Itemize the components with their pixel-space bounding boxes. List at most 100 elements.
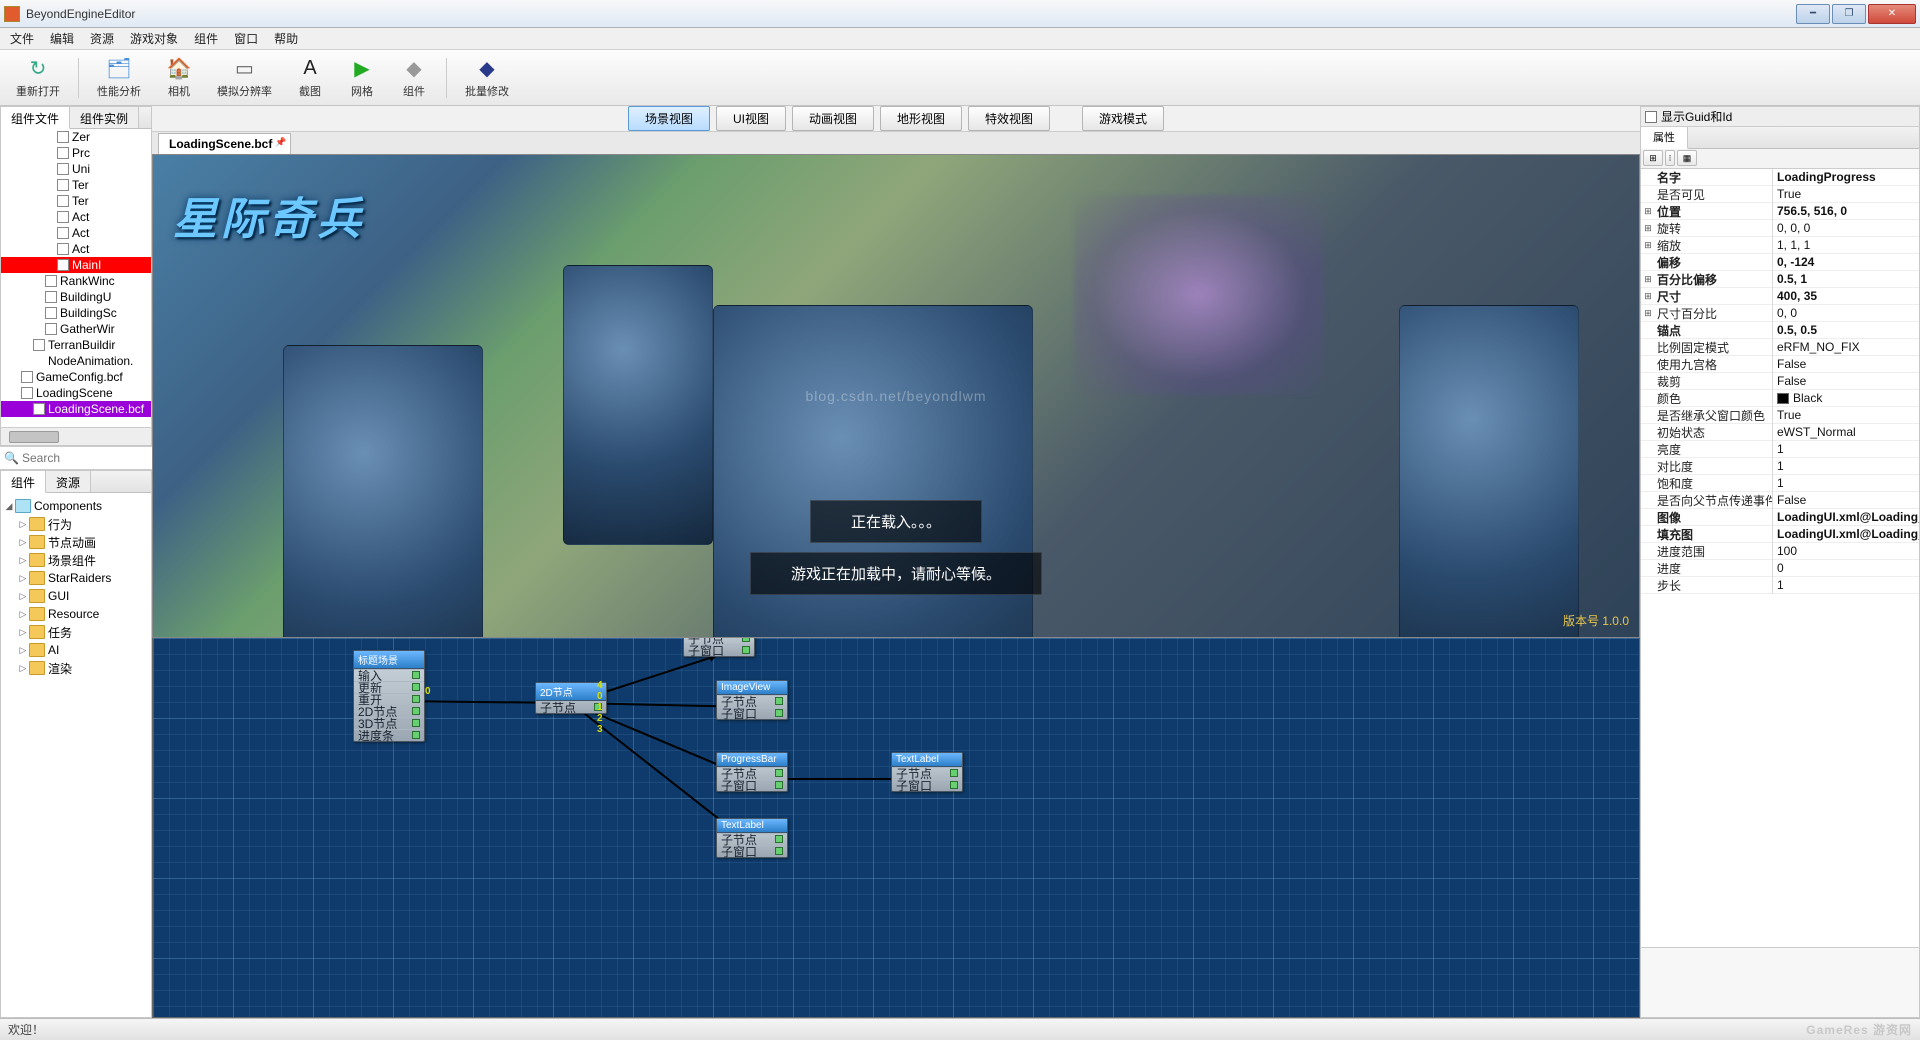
tree-row[interactable]: Ter <box>1 177 151 193</box>
expand-icon[interactable]: ⊞ <box>1641 223 1655 234</box>
property-row[interactable]: 步长1 <box>1641 577 1919 594</box>
property-row[interactable]: ⊞位置756.5, 516, 0 <box>1641 203 1919 220</box>
tree-row[interactable]: Act <box>1 241 151 257</box>
port-icon[interactable] <box>775 769 783 777</box>
tree-row[interactable]: Zer <box>1 129 151 145</box>
expand-icon[interactable]: ▷ <box>17 663 29 674</box>
checkbox-icon[interactable] <box>45 307 57 319</box>
toolbar-button[interactable]: ▶网格 <box>338 53 386 103</box>
view-tab[interactable]: UI视图 <box>716 106 786 131</box>
port-icon[interactable] <box>412 719 420 727</box>
graph-node[interactable]: 子节点子窗口 <box>683 638 755 657</box>
property-value[interactable]: 1, 1, 1 <box>1773 238 1919 252</box>
graph-node[interactable]: TextLabel子节点子窗口 <box>891 752 963 792</box>
checkbox-icon[interactable] <box>45 275 57 287</box>
close-button[interactable]: ✕ <box>1868 4 1916 24</box>
node-port-row[interactable]: 子窗口 <box>717 779 787 791</box>
property-value[interactable]: 1 <box>1773 476 1919 490</box>
component-categories-tree[interactable]: ◢Components▷行为▷节点动画▷场景组件▷StarRaiders▷GUI… <box>1 493 151 1017</box>
tab-component-instances[interactable]: 组件实例 <box>70 107 139 128</box>
tab-components[interactable]: 组件 <box>1 471 46 493</box>
property-row[interactable]: 图像LoadingUI.xml@Loading_Pro <box>1641 509 1919 526</box>
property-value[interactable]: eWST_Normal <box>1773 425 1919 439</box>
property-row[interactable]: 锚点0.5, 0.5 <box>1641 322 1919 339</box>
property-value[interactable]: 0.5, 1 <box>1773 272 1919 286</box>
menu-item[interactable]: 编辑 <box>42 28 82 49</box>
menu-item[interactable]: 游戏对象 <box>122 28 186 49</box>
property-value[interactable]: True <box>1773 187 1919 201</box>
toolbar-button[interactable]: A截图 <box>286 53 334 103</box>
tree-row[interactable]: BuildingU <box>1 289 151 305</box>
property-value[interactable]: 756.5, 516, 0 <box>1773 204 1919 218</box>
property-value[interactable]: 0 <box>1773 561 1919 575</box>
tree-row[interactable]: Prc <box>1 145 151 161</box>
node-graph-viewport[interactable]: 子节点子窗口标题场景输入更新重开2D节点3D节点进度条2D节点子节点ImageV… <box>152 638 1640 1018</box>
property-row[interactable]: ⊞百分比偏移0.5, 1 <box>1641 271 1919 288</box>
expand-icon[interactable]: ▷ <box>17 573 29 584</box>
property-row[interactable]: 偏移0, -124 <box>1641 254 1919 271</box>
folder-row[interactable]: ▷StarRaiders <box>3 569 149 587</box>
view-tab[interactable]: 特效视图 <box>968 106 1050 131</box>
folder-row[interactable]: ▷任务 <box>3 623 149 641</box>
checkbox-icon[interactable] <box>57 179 69 191</box>
tab-properties[interactable]: 属性 <box>1641 127 1688 149</box>
folder-row[interactable]: ▷渲染 <box>3 659 149 677</box>
checkbox-icon[interactable] <box>57 163 69 175</box>
property-row[interactable]: 对比度1 <box>1641 458 1919 475</box>
expand-icon[interactable]: ⊞ <box>1641 274 1655 285</box>
property-value[interactable]: 0, -124 <box>1773 255 1919 269</box>
port-icon[interactable] <box>412 671 420 679</box>
node-port-row[interactable]: 进度条 <box>354 729 424 741</box>
checkbox-icon[interactable] <box>33 403 45 415</box>
property-row[interactable]: 裁剪False <box>1641 373 1919 390</box>
property-value[interactable]: LoadingProgress <box>1773 170 1919 184</box>
port-icon[interactable] <box>742 638 750 643</box>
property-value[interactable]: 400, 35 <box>1773 289 1919 303</box>
toolbar-button[interactable]: ◆批量修改 <box>455 53 519 103</box>
checkbox-icon[interactable] <box>57 259 69 271</box>
expand-icon[interactable]: ⊞ <box>1641 291 1655 302</box>
toolbar-button[interactable]: 🏠相机 <box>155 53 203 103</box>
property-row[interactable]: 是否继承父窗口颜色True <box>1641 407 1919 424</box>
property-row[interactable]: 使用九宫格False <box>1641 356 1919 373</box>
checkbox-icon[interactable] <box>45 291 57 303</box>
property-value[interactable]: 0.5, 0.5 <box>1773 323 1919 337</box>
port-icon[interactable] <box>412 683 420 691</box>
graph-node[interactable]: TextLabel子节点子窗口 <box>716 818 788 858</box>
menu-item[interactable]: 资源 <box>82 28 122 49</box>
property-value[interactable]: eRFM_NO_FIX <box>1773 340 1919 354</box>
view-tab[interactable]: 动画视图 <box>792 106 874 131</box>
property-row[interactable]: 是否向父节点传递事件False <box>1641 492 1919 509</box>
expand-icon[interactable]: ⊞ <box>1641 206 1655 217</box>
property-row[interactable]: 颜色Black <box>1641 390 1919 407</box>
port-icon[interactable] <box>412 707 420 715</box>
tree-row[interactable]: LoadingScene.bcf <box>1 401 151 417</box>
property-value[interactable]: False <box>1773 493 1919 507</box>
toolbar-button[interactable]: ▭模拟分辨率 <box>207 53 282 103</box>
property-value[interactable]: LoadingUI.xml@Loading_Pro <box>1773 510 1919 524</box>
property-value[interactable]: 100 <box>1773 544 1919 558</box>
checkbox-icon[interactable] <box>45 323 57 335</box>
port-icon[interactable] <box>742 646 750 654</box>
property-value[interactable]: 0, 0 <box>1773 306 1919 320</box>
property-value[interactable]: 1 <box>1773 578 1919 592</box>
node-port-row[interactable]: 子节点 <box>536 701 606 713</box>
tab-component-files[interactable]: 组件文件 <box>1 107 70 129</box>
maximize-button[interactable]: ❐ <box>1832 4 1866 24</box>
property-value[interactable]: False <box>1773 357 1919 371</box>
expand-icon[interactable]: ▷ <box>17 609 29 620</box>
expand-icon[interactable]: ◢ <box>3 501 15 512</box>
expand-icon[interactable]: ⊞ <box>1641 240 1655 251</box>
scene-viewport[interactable]: 星际奇兵 blog.csdn.net/beyondlwm 正在载入。。。 游戏正… <box>152 154 1640 638</box>
tree-row[interactable]: TerranBuildir <box>1 337 151 353</box>
folder-row[interactable]: ▷AI <box>3 641 149 659</box>
port-icon[interactable] <box>775 709 783 717</box>
graph-node[interactable]: ProgressBar子节点子窗口 <box>716 752 788 792</box>
property-row[interactable]: ⊞尺寸400, 35 <box>1641 288 1919 305</box>
minimize-button[interactable]: ━ <box>1796 4 1830 24</box>
tree-row[interactable]: GatherWir <box>1 321 151 337</box>
property-row[interactable]: ⊞缩放1, 1, 1 <box>1641 237 1919 254</box>
tree-row[interactable]: Ter <box>1 193 151 209</box>
node-port-row[interactable]: 子窗口 <box>717 707 787 719</box>
property-value[interactable]: 1 <box>1773 459 1919 473</box>
